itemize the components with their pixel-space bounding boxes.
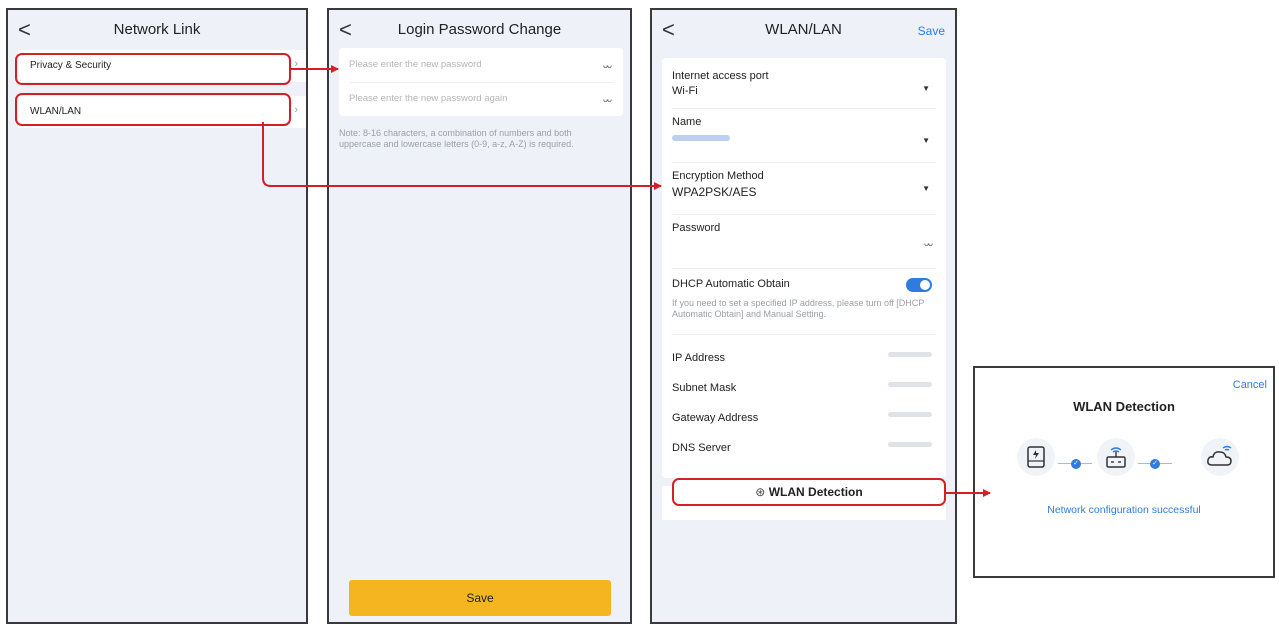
redacted-value [888, 442, 932, 447]
highlight-privacy-security [15, 53, 291, 85]
ip-address-row: IP Address [672, 348, 936, 364]
page-title: Login Password Change [397, 21, 562, 38]
divider [672, 334, 936, 335]
field-value: WPA2PSK/AES [672, 185, 757, 199]
gateway-address-row: Gateway Address [672, 408, 936, 424]
access-port-select[interactable]: Internet access port Wi-Fi ▼ [672, 70, 936, 97]
dialog-title: WLAN Detection [1073, 399, 1175, 414]
confirm-password-placeholder: Please enter the new password again [349, 93, 508, 104]
divider [672, 214, 936, 215]
password-change-header: < Login Password Change [329, 10, 630, 52]
page-title: WLAN/LAN [765, 21, 842, 38]
redacted-value [888, 352, 932, 357]
search-wifi-icon: ⊛ [755, 485, 766, 499]
field-value: Wi-Fi [672, 85, 698, 97]
new-password-field[interactable]: Please enter the new password ᴗᴗ [339, 48, 623, 82]
caret-down-icon: ▼ [922, 84, 930, 93]
inverter-icon [1017, 438, 1055, 476]
check-icon: ✓ [1150, 459, 1160, 469]
password-field[interactable]: Password ᴗᴗ [672, 222, 936, 248]
dhcp-toggle[interactable] [906, 278, 932, 292]
password-form: Please enter the new password ᴗᴗ Please … [339, 48, 623, 116]
page-title: Network Link [113, 21, 201, 38]
caret-down-icon: ▼ [922, 184, 930, 193]
row-label: DNS Server [672, 442, 731, 454]
dns-server-row: DNS Server [672, 438, 936, 454]
caret-down-icon: ▼ [922, 136, 930, 145]
confirm-password-field[interactable]: Please enter the new password again ᴗᴗ [339, 82, 623, 116]
redacted-network-name [672, 135, 730, 141]
field-label: Password [672, 222, 721, 234]
cloud-icon [1201, 438, 1239, 476]
wlan-detection-dialog: Cancel WLAN Detection ✓ ✓ Network config… [973, 366, 1275, 578]
router-icon [1097, 438, 1135, 476]
password-note: Note: 8-16 characters, a combination of … [339, 128, 574, 149]
wlan-detection-button[interactable]: ⊛ WLAN Detection [672, 478, 946, 506]
status-message: Network configuration successful [1047, 504, 1201, 516]
dhcp-section: DHCP Automatic Obtain If you need to set… [672, 278, 936, 320]
field-label: Internet access port [672, 70, 769, 82]
cancel-button[interactable]: Cancel [1233, 379, 1267, 391]
encryption-method-select[interactable]: Encryption Method WPA2PSK/AES ▼ [672, 170, 936, 199]
subnet-mask-row: Subnet Mask [672, 378, 936, 394]
wlan-lan-screen: < WLAN/LAN Save Internet access port Wi-… [650, 8, 957, 624]
network-link-header: < Network Link [8, 10, 306, 52]
wlan-settings-card: Internet access port Wi-Fi ▼ Name ▼ Encr… [662, 58, 946, 478]
new-password-placeholder: Please enter the new password [349, 59, 482, 70]
password-change-screen: < Login Password Change Please enter the… [327, 8, 632, 624]
highlight-wlan-lan [15, 93, 291, 126]
dhcp-note: If you need to set a specified IP addres… [672, 298, 925, 319]
row-label: IP Address [672, 352, 725, 364]
dhcp-label: DHCP Automatic Obtain [672, 278, 790, 290]
save-button[interactable]: Save [349, 580, 611, 616]
row-label: Subnet Mask [672, 382, 737, 394]
eye-closed-icon[interactable]: ᴗᴗ [924, 238, 933, 248]
redacted-value [888, 412, 932, 417]
eye-closed-icon[interactable]: ᴗᴗ [603, 94, 612, 104]
wlan-detection-label: WLAN Detection [768, 485, 863, 499]
network-name-select[interactable]: Name ▼ [672, 116, 936, 146]
chevron-right-icon: › [294, 58, 298, 70]
divider [672, 108, 936, 109]
wlan-lan-header: < WLAN/LAN Save [652, 10, 955, 52]
eye-closed-icon[interactable]: ᴗᴗ [603, 60, 612, 70]
row-label: Gateway Address [672, 412, 759, 424]
toggle-knob [920, 280, 930, 290]
chevron-right-icon: › [294, 104, 298, 116]
redacted-value [888, 382, 932, 387]
check-icon: ✓ [1071, 459, 1081, 469]
divider [672, 162, 936, 163]
save-link[interactable]: Save [918, 24, 945, 38]
field-label: Name [672, 116, 702, 128]
field-label: Encryption Method [672, 170, 764, 182]
divider [672, 268, 936, 269]
